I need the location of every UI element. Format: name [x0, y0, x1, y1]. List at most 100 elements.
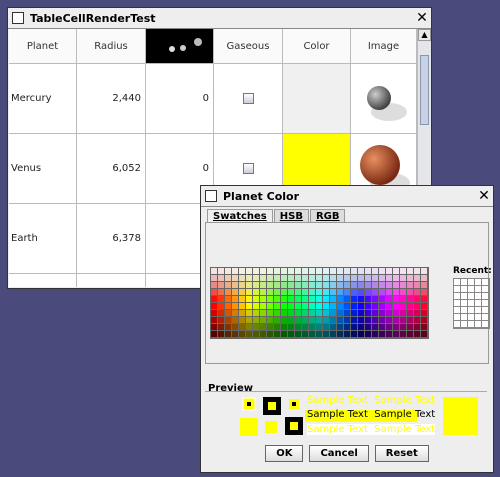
recent-swatch[interactable]: [468, 279, 474, 285]
color-swatch[interactable]: [323, 303, 329, 309]
color-swatch[interactable]: [218, 289, 224, 295]
color-swatch[interactable]: [211, 268, 217, 274]
cell-moons[interactable]: 0: [146, 64, 214, 134]
color-swatch[interactable]: [239, 324, 245, 330]
color-swatch[interactable]: [337, 310, 343, 316]
recent-swatch[interactable]: [468, 293, 474, 299]
table-window-titlebar[interactable]: TableCellRenderTest ✕: [8, 8, 431, 29]
color-swatch[interactable]: [379, 331, 385, 337]
color-swatch[interactable]: [358, 296, 364, 302]
color-swatch[interactable]: [267, 282, 273, 288]
color-swatch[interactable]: [218, 310, 224, 316]
color-swatch[interactable]: [211, 310, 217, 316]
color-swatch[interactable]: [267, 289, 273, 295]
color-swatch[interactable]: [218, 317, 224, 323]
color-swatch[interactable]: [253, 296, 259, 302]
color-swatch[interactable]: [232, 268, 238, 274]
color-swatch[interactable]: [253, 310, 259, 316]
color-swatch[interactable]: [309, 268, 315, 274]
color-swatch[interactable]: [330, 324, 336, 330]
color-swatch[interactable]: [267, 275, 273, 281]
color-swatch[interactable]: [358, 275, 364, 281]
color-swatch[interactable]: [281, 275, 287, 281]
color-swatch[interactable]: [253, 282, 259, 288]
color-swatch[interactable]: [316, 289, 322, 295]
recent-swatch[interactable]: [475, 314, 481, 320]
color-swatch[interactable]: [316, 275, 322, 281]
recent-swatch[interactable]: [475, 286, 481, 292]
color-swatch[interactable]: [344, 324, 350, 330]
color-swatch[interactable]: [302, 275, 308, 281]
color-swatch[interactable]: [274, 275, 280, 281]
color-swatch[interactable]: [386, 296, 392, 302]
header-planet[interactable]: Planet: [9, 29, 77, 64]
color-swatch[interactable]: [309, 296, 315, 302]
color-swatch[interactable]: [400, 268, 406, 274]
color-swatch[interactable]: [302, 289, 308, 295]
recent-swatch[interactable]: [482, 321, 488, 327]
color-swatch[interactable]: [414, 310, 420, 316]
color-swatch[interactable]: [358, 324, 364, 330]
cell-radius[interactable]: 6,378: [77, 204, 146, 274]
recent-swatch[interactable]: [461, 286, 467, 292]
color-swatch[interactable]: [372, 331, 378, 337]
cell-planet[interactable]: Mercury: [9, 64, 77, 134]
color-swatch[interactable]: [211, 296, 217, 302]
reset-button[interactable]: Reset: [374, 445, 429, 462]
color-swatch[interactable]: [421, 289, 427, 295]
color-swatch[interactable]: [281, 317, 287, 323]
color-swatch[interactable]: [260, 303, 266, 309]
color-swatch[interactable]: [337, 324, 343, 330]
color-swatch[interactable]: [414, 331, 420, 337]
color-swatch[interactable]: [218, 282, 224, 288]
color-swatch[interactable]: [225, 310, 231, 316]
color-swatch[interactable]: [274, 296, 280, 302]
recent-swatch[interactable]: [475, 300, 481, 306]
color-swatch[interactable]: [379, 324, 385, 330]
color-swatch[interactable]: [351, 324, 357, 330]
color-swatch[interactable]: [393, 310, 399, 316]
recent-swatch[interactable]: [454, 279, 460, 285]
color-swatch[interactable]: [302, 282, 308, 288]
color-swatch[interactable]: [225, 296, 231, 302]
color-swatch[interactable]: [218, 303, 224, 309]
color-swatch[interactable]: [414, 324, 420, 330]
cell-radius[interactable]: 6,052: [77, 134, 146, 204]
color-swatch[interactable]: [372, 282, 378, 288]
color-swatch[interactable]: [288, 296, 294, 302]
color-swatch[interactable]: [414, 317, 420, 323]
color-swatch[interactable]: [295, 303, 301, 309]
color-swatch[interactable]: [351, 331, 357, 337]
dialog-titlebar[interactable]: Planet Color ✕: [201, 186, 493, 207]
color-swatch[interactable]: [323, 331, 329, 337]
color-swatch[interactable]: [344, 282, 350, 288]
color-swatch[interactable]: [400, 289, 406, 295]
color-swatch[interactable]: [372, 296, 378, 302]
color-swatch[interactable]: [225, 317, 231, 323]
recent-swatch[interactable]: [475, 293, 481, 299]
color-swatch[interactable]: [400, 296, 406, 302]
color-swatch[interactable]: [274, 324, 280, 330]
color-swatch[interactable]: [344, 289, 350, 295]
recent-swatch[interactable]: [454, 286, 460, 292]
color-swatch[interactable]: [351, 275, 357, 281]
color-swatch[interactable]: [323, 317, 329, 323]
color-swatch[interactable]: [358, 310, 364, 316]
color-swatch[interactable]: [225, 275, 231, 281]
color-swatch[interactable]: [400, 303, 406, 309]
header-color[interactable]: Color: [283, 29, 351, 64]
recent-swatch[interactable]: [468, 300, 474, 306]
color-swatch[interactable]: [281, 282, 287, 288]
color-swatch[interactable]: [211, 282, 217, 288]
color-swatch[interactable]: [400, 331, 406, 337]
color-swatch[interactable]: [386, 331, 392, 337]
color-swatch[interactable]: [421, 296, 427, 302]
color-swatch[interactable]: [400, 317, 406, 323]
cell-planet[interactable]: [9, 274, 77, 287]
color-swatch[interactable]: [372, 268, 378, 274]
color-swatch[interactable]: [267, 296, 273, 302]
color-swatch[interactable]: [379, 296, 385, 302]
header-image[interactable]: Image: [351, 29, 417, 64]
color-swatch[interactable]: [330, 289, 336, 295]
color-swatch[interactable]: [309, 331, 315, 337]
